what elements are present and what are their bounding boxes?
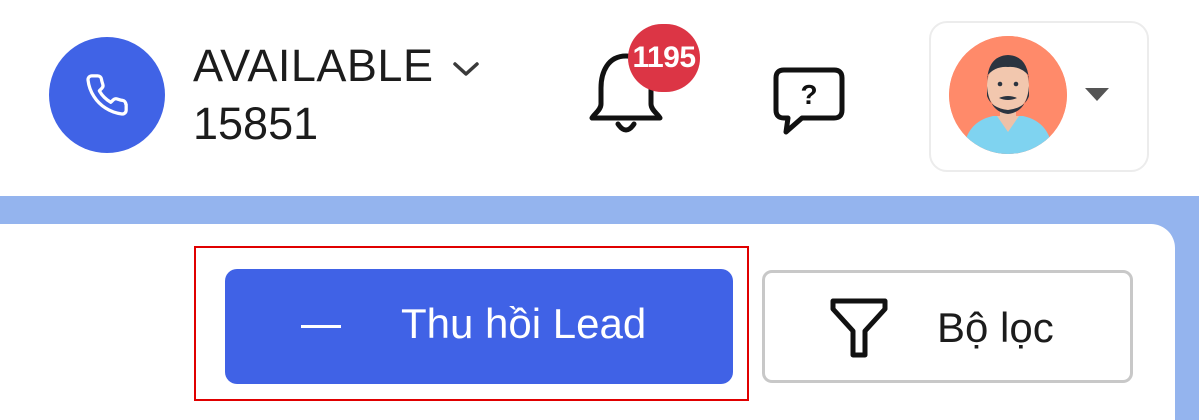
notification-badge: 1195 [628, 24, 700, 92]
svg-text:?: ? [800, 79, 817, 110]
user-avatar[interactable] [949, 36, 1067, 154]
status-label: AVAILABLE [193, 40, 434, 91]
caret-down-icon[interactable] [1083, 85, 1111, 103]
top-header: AVAILABLE 15851 1195 ? [0, 0, 1199, 196]
phone-icon [86, 74, 128, 116]
status-dropdown[interactable]: AVAILABLE [193, 40, 481, 92]
profile-menu[interactable] [929, 21, 1149, 172]
phone-status-button[interactable] [49, 37, 165, 153]
help-chat-icon[interactable]: ? [772, 66, 846, 136]
filter-label: Bộ lọc [937, 304, 1054, 351]
recall-lead-label: Thu hồi Lead [401, 300, 647, 347]
recall-lead-button[interactable]: Thu hồi Lead [225, 269, 733, 384]
agent-status: AVAILABLE 15851 [193, 40, 481, 150]
minus-icon [301, 325, 341, 328]
agent-extension: 15851 [193, 98, 319, 149]
filter-button[interactable]: Bộ lọc [762, 270, 1133, 383]
funnel-icon [830, 298, 888, 358]
chevron-down-icon[interactable] [451, 59, 481, 79]
